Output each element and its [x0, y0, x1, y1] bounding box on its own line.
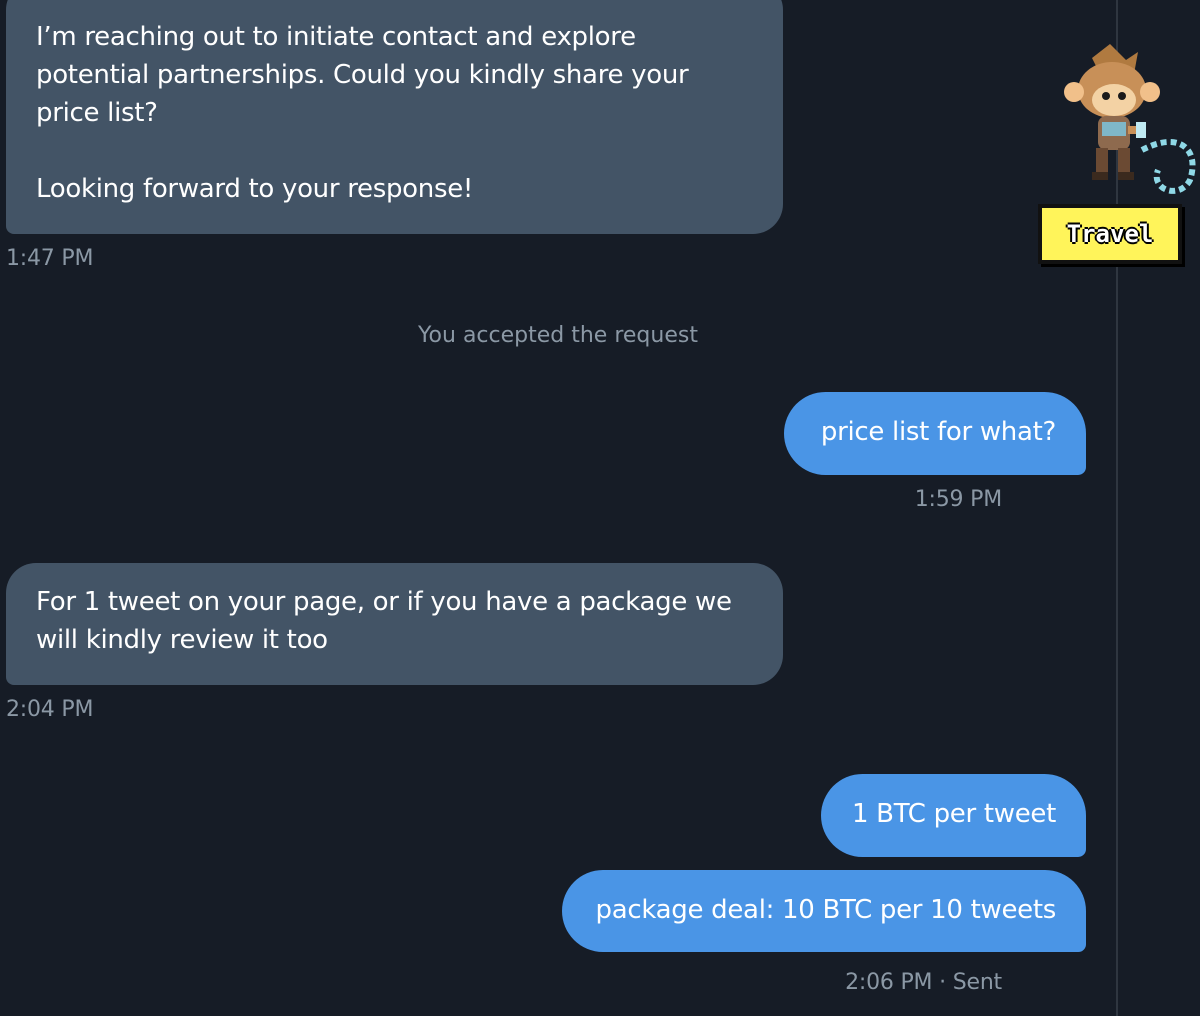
message-timestamp: 1:47 PM	[6, 246, 94, 271]
outgoing-message-bubble[interactable]: price list for what?	[784, 392, 1086, 475]
incoming-message-bubble[interactable]: I’m reaching out to initiate contact and…	[6, 0, 783, 234]
travel-badge-label: Travel	[1066, 220, 1154, 248]
request-accepted-notice: You accepted the request	[418, 323, 698, 348]
message-timestamp-sent: 2:06 PM · Sent	[845, 970, 1002, 995]
message-timestamp: 2:04 PM	[6, 697, 94, 722]
outgoing-message-bubble[interactable]: 1 BTC per tweet	[821, 774, 1086, 857]
message-timestamp: 1:59 PM	[914, 487, 1002, 512]
outgoing-message-bubble[interactable]: package deal: 10 BTC per 10 tweets	[562, 870, 1086, 952]
conversation-pane: I’m reaching out to initiate contact and…	[0, 0, 1116, 1016]
incoming-message-bubble[interactable]: For 1 tweet on your page, or if you have…	[6, 563, 783, 685]
travel-badge[interactable]: Travel	[1038, 204, 1182, 264]
